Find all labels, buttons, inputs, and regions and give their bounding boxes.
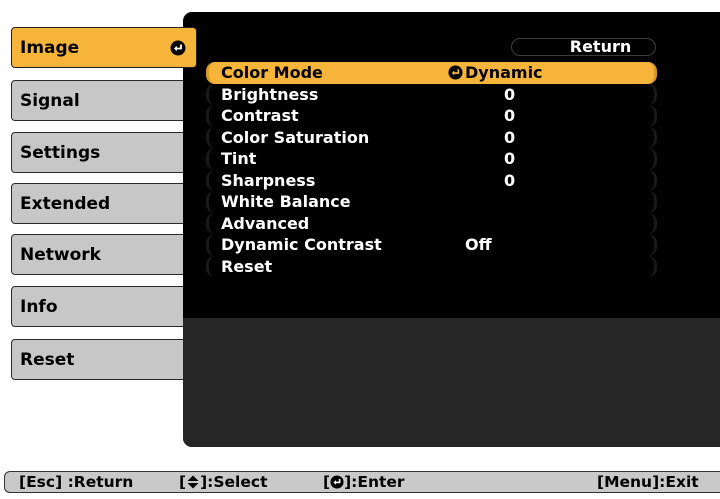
enter-icon xyxy=(330,475,344,489)
row-value: 0 xyxy=(504,106,516,125)
menu-row-brightness[interactable]: Brightness 0 xyxy=(206,83,657,105)
sidebar-item-reset[interactable]: Reset xyxy=(11,339,192,380)
sidebar-item-info[interactable]: Info xyxy=(11,286,192,327)
help-enter: [ ]:Enter xyxy=(323,473,405,492)
row-value: 0 xyxy=(504,84,516,104)
sidebar-item-network[interactable]: Network xyxy=(11,234,192,275)
sidebar-item-settings[interactable]: Settings xyxy=(11,132,192,173)
sidebar-item-label: Image xyxy=(20,37,80,58)
row-label: Contrast xyxy=(221,106,299,125)
sidebar-item-image[interactable]: Image xyxy=(11,27,197,68)
sidebar-item-signal[interactable]: Signal xyxy=(11,80,192,121)
menu-row-white-balance[interactable]: White Balance xyxy=(206,191,657,213)
help-enter-prefix: [ xyxy=(323,473,331,491)
row-label: Color Mode xyxy=(221,63,323,82)
row-label: Advanced xyxy=(221,213,310,233)
help-select: [ ]:Select xyxy=(179,473,267,492)
row-label: Brightness xyxy=(221,84,319,104)
menu-panel: Return Color Mode Dynamic Brightness 0 C… xyxy=(183,12,720,447)
row-value: Off xyxy=(465,235,492,254)
row-label: Reset xyxy=(221,256,273,276)
sidebar-item-extended[interactable]: Extended xyxy=(11,183,192,224)
row-label: Sharpness xyxy=(221,170,316,190)
row-value: 0 xyxy=(504,127,516,147)
menu-row-advanced[interactable]: Advanced xyxy=(206,212,657,234)
help-bar: [Esc] :Return [ ]:Select [ ]:Enter [Menu]:… xyxy=(4,471,720,493)
sidebar-item-label: Network xyxy=(20,244,101,265)
row-label: Color Saturation xyxy=(221,127,370,147)
help-select-suffix: ]:Select xyxy=(200,473,268,491)
menu-row-reset[interactable]: Reset xyxy=(206,255,657,277)
up-down-arrows-icon xyxy=(187,475,199,489)
help-esc-return: [Esc] :Return xyxy=(19,473,134,491)
help-menu-exit: [Menu]:Exit xyxy=(597,473,699,491)
menu-row-contrast[interactable]: Contrast 0 xyxy=(206,105,657,127)
help-select-prefix: [ xyxy=(179,473,187,491)
row-label: White Balance xyxy=(221,192,351,211)
sidebar-item-label: Reset xyxy=(20,349,75,370)
sidebar-item-label: Signal xyxy=(20,90,80,111)
menu-row-tint[interactable]: Tint 0 xyxy=(206,148,657,170)
panel-footer-area xyxy=(183,318,720,447)
row-label: Dynamic Contrast xyxy=(221,235,382,254)
row-value: 0 xyxy=(504,149,516,168)
sidebar-item-label: Info xyxy=(20,296,58,317)
menu-list: Color Mode Dynamic Brightness 0 Contrast… xyxy=(206,62,657,277)
help-enter-suffix: ]:Enter xyxy=(344,473,405,491)
menu-row-sharpness[interactable]: Sharpness 0 xyxy=(206,169,657,191)
enter-icon xyxy=(448,65,463,80)
sidebar-item-label: Settings xyxy=(20,142,101,163)
return-button[interactable]: Return xyxy=(511,38,656,56)
row-value: Dynamic xyxy=(465,63,543,82)
row-value: 0 xyxy=(504,170,516,190)
row-label: Tint xyxy=(221,149,257,168)
menu-row-dynamic-contrast[interactable]: Dynamic Contrast Off xyxy=(206,234,657,256)
menu-row-color-saturation[interactable]: Color Saturation 0 xyxy=(206,126,657,148)
enter-icon xyxy=(170,40,186,56)
sidebar-item-label: Extended xyxy=(20,193,111,214)
menu-row-color-mode[interactable]: Color Mode Dynamic xyxy=(206,62,657,84)
